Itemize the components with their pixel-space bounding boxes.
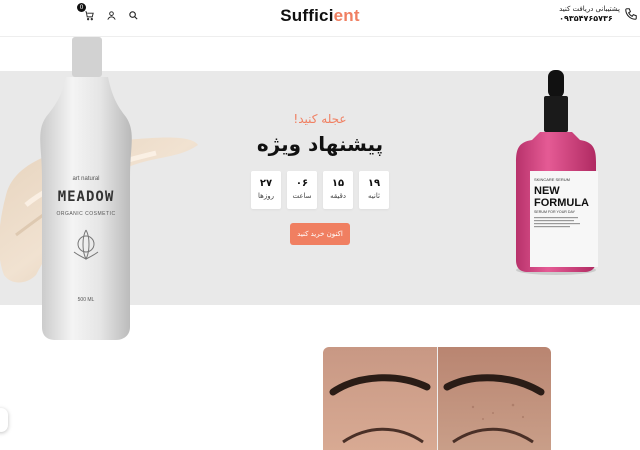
bottle-brand-small: art natural	[72, 176, 99, 182]
serum-tagline: SERUM FOR YOUR DAY	[534, 210, 576, 214]
before-after-image	[323, 347, 551, 450]
buy-now-button[interactable]: اکنون خرید کنید	[290, 223, 350, 245]
meadow-bottle-image: art natural MEADOW ORGANIC COSMETIC 500 …	[40, 37, 132, 340]
phone-icon	[625, 8, 637, 20]
before-after-divider[interactable]	[437, 347, 438, 450]
hurry-text: عجله کنید!	[293, 112, 347, 126]
countdown-seconds: ۱۹ ثانیه	[359, 171, 389, 209]
serum-title-line2: FORMULA	[534, 197, 589, 209]
bottle-product-name: MEADOW	[58, 189, 115, 205]
page: 0 Sufficient پشتیبانی دریافت کنید ۰۹۳۵۴۷…	[0, 0, 640, 450]
support-phone: ۰۹۳۵۴۷۶۵۷۳۶	[559, 14, 613, 23]
countdown-days: ۲۷ روزها	[251, 171, 281, 209]
site-header: 0 Sufficient پشتیبانی دریافت کنید ۰۹۳۵۴۷…	[0, 0, 640, 36]
serum-title-line1: NEW	[534, 185, 560, 197]
countdown-label: روزها	[258, 192, 274, 200]
countdown-value: ۲۷	[259, 178, 273, 189]
support-contact[interactable]: پشتیبانی دریافت کنید ۰۹۳۵۴۷۶۵۷۳۶	[559, 4, 638, 24]
serum-bottle-image: SKINCARE SERUM NEW FORMULA SERUM FOR YOU…	[516, 70, 598, 275]
countdown-timer: ۱۹ ثانیه ۱۵ دقیقه ۰۶ ساعت ۲۷ روزها	[230, 171, 410, 209]
countdown-minutes: ۱۵ دقیقه	[323, 171, 353, 209]
countdown-value: ۱۹	[367, 178, 381, 189]
countdown-hours: ۰۶ ساعت	[287, 171, 317, 209]
scroll-indicator[interactable]	[0, 408, 8, 432]
serum-top-text: SKINCARE SERUM	[534, 177, 570, 182]
countdown-value: ۱۵	[331, 178, 345, 189]
logo-accent-text: ent	[333, 6, 360, 25]
bottle-subtitle: ORGANIC COSMETIC	[56, 211, 115, 217]
countdown-label: ثانیه	[368, 192, 380, 200]
countdown-value: ۰۶	[295, 178, 309, 189]
support-label: پشتیبانی دریافت کنید	[559, 5, 620, 13]
support-text: پشتیبانی دریافت کنید ۰۹۳۵۴۷۶۵۷۳۶	[559, 4, 620, 24]
countdown-label: دقیقه	[330, 192, 346, 200]
special-offer-title: پیشنهاد ویژه	[256, 132, 384, 156]
logo-main-text: Suffici	[280, 6, 334, 25]
special-offer-content: عجله کنید! پیشنهاد ویژه ۱۹ ثانیه ۱۵ دقیق…	[230, 112, 410, 245]
bottle-volume: 500 ML	[78, 297, 95, 303]
site-logo[interactable]: Sufficient	[0, 6, 640, 26]
countdown-label: ساعت	[292, 192, 312, 200]
